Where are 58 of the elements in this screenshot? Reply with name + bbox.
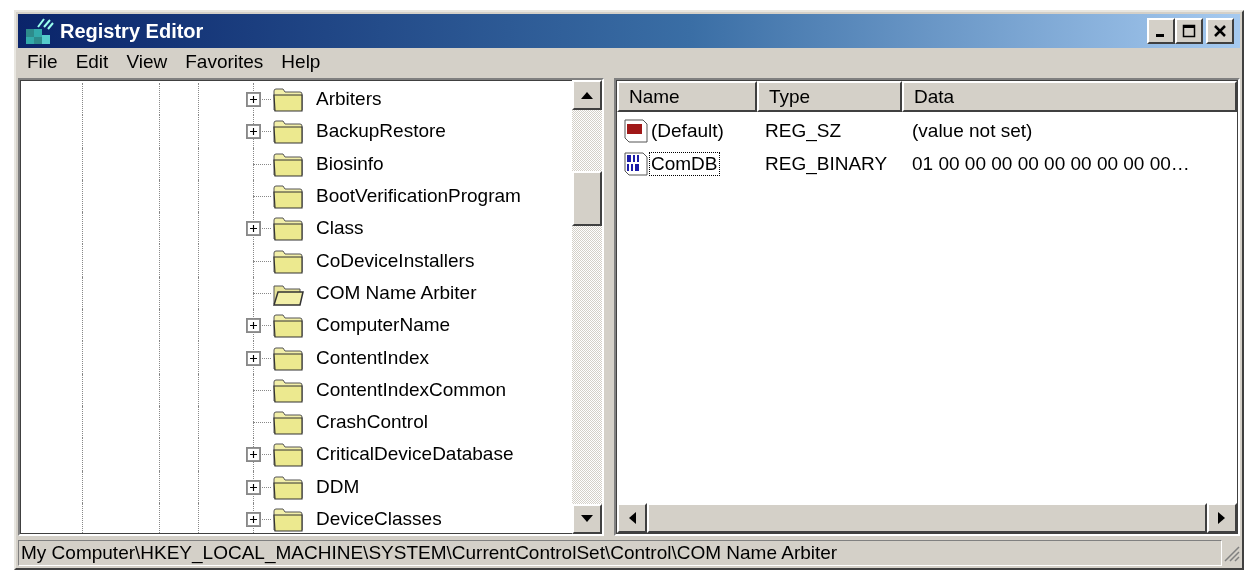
registry-icon [24,17,54,45]
expand-icon[interactable] [246,350,261,366]
column-header[interactable]: Data [902,81,1237,112]
binary-value-icon [623,150,649,177]
tree-item[interactable]: Arbiters [316,88,382,111]
value-name[interactable]: ComDB [649,151,720,176]
expand-icon[interactable] [246,124,261,140]
expand-icon[interactable] [246,92,261,108]
menu-item[interactable]: Edit [66,51,118,73]
tree-item[interactable]: CoDeviceInstallers [316,249,475,272]
expand-icon[interactable] [246,479,261,495]
tree-item[interactable]: Biosinfo [316,152,384,175]
scrollbar-thumb[interactable] [572,171,602,226]
tree-item[interactable]: BootVerificationProgram [316,185,521,208]
minimize-icon [1156,34,1164,37]
menu-item[interactable]: View [117,51,177,73]
tree-item[interactable]: ContentIndexCommon [316,378,507,401]
expand-icon[interactable] [246,447,261,463]
tree-item[interactable]: CrashControl [316,411,428,434]
maximize-icon [1182,24,1196,38]
close-icon [1213,24,1227,38]
value-type: REG_BINARY [764,152,889,175]
scroll-left-button[interactable] [617,503,647,533]
tree-item[interactable]: CriticalDeviceDatabase [316,443,514,466]
close-button[interactable] [1206,18,1234,44]
column-header[interactable]: Type [757,81,902,112]
window-title: Registry Editor [60,19,205,43]
expand-icon[interactable] [246,512,261,527]
status-bar: My Computer\HKEY_LOCAL_MACHINE\SYSTEM\CurrentControlSet\Control\COM Name Arbiter [18,540,1222,566]
value-type: REG_SZ [764,119,843,142]
menu-item[interactable]: Help [272,51,330,73]
down-arrow-icon [580,514,594,524]
tree-item[interactable]: COM Name Arbiter [316,281,477,304]
expand-icon[interactable] [246,221,261,237]
tree-item[interactable]: DDM [316,475,360,498]
menu-item[interactable]: Favorites [176,51,273,73]
left-arrow-icon [627,511,637,525]
tree-item[interactable]: DeviceClasses [316,508,442,530]
column-header[interactable]: Name [617,81,757,112]
scroll-up-button[interactable] [572,80,602,110]
resize-grip-icon[interactable] [1222,544,1240,562]
tree-item[interactable]: Class [316,217,364,240]
tree-item[interactable]: BackupRestore [316,120,446,143]
scroll-right-button[interactable] [1207,503,1237,533]
vertical-scrollbar[interactable] [572,80,602,534]
value-name[interactable]: (Default) [649,118,726,143]
tree-item[interactable]: ContentIndex [316,346,430,369]
right-arrow-icon [1217,511,1227,525]
scroll-down-button[interactable] [572,504,602,534]
expand-icon[interactable] [246,318,261,334]
value-data: (value not set) [911,119,1033,142]
up-arrow-icon [580,90,594,100]
tree-item[interactable]: ComputerName [316,314,451,337]
menu-item[interactable]: File [18,51,67,73]
maximize-button[interactable] [1175,18,1203,44]
minimize-button[interactable] [1147,18,1175,44]
string-value-icon [623,117,649,144]
value-data: 01 00 00 00 00 00 00 00 00 00… [911,152,1190,175]
